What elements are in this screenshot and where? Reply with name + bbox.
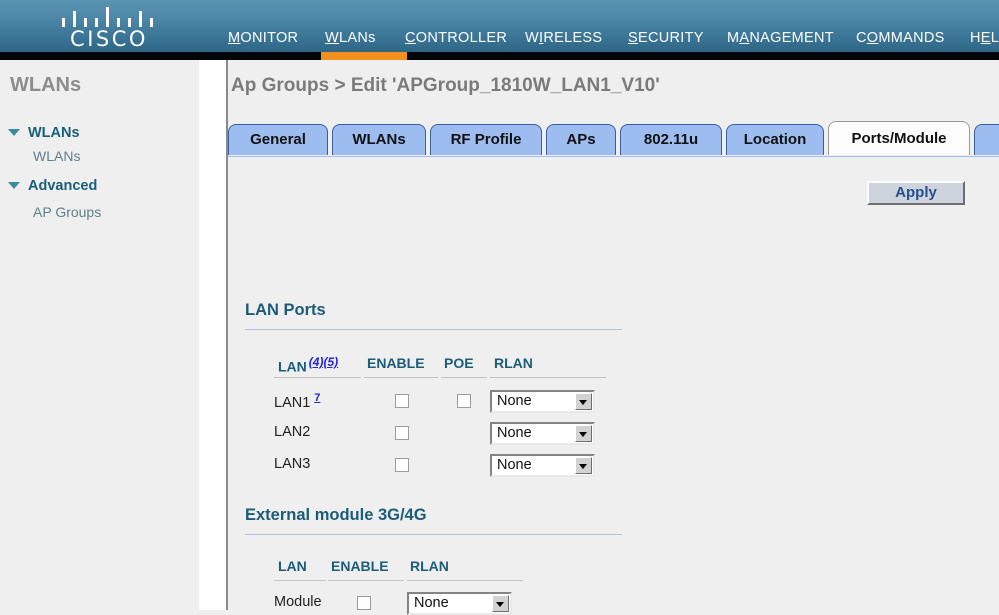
col-rule-poe (441, 377, 487, 378)
enable-checkbox-lan3[interactable] (395, 458, 409, 472)
external-module-heading: External module 3G/4G (245, 506, 427, 524)
sidebar-group-label: Advanced (28, 178, 98, 194)
enable-checkbox-lan2[interactable] (395, 426, 409, 440)
nav-item-monitor[interactable]: MONITOR (228, 30, 298, 46)
poe-checkbox-lan1[interactable] (457, 394, 471, 408)
lan-ports-col-lan-text: LAN (278, 358, 307, 375)
chevron-down-icon[interactable] (8, 181, 20, 189)
col-rule-rlan (490, 377, 606, 378)
lan-ports-col-lan: LAN (4)(5) (278, 355, 338, 375)
sidebar: WLANs WLANs WLANs Advanced AP Groups (0, 60, 199, 610)
nav-bottom-strip (0, 52, 999, 60)
tab-label: 802.11u (643, 131, 699, 148)
lan-ports-rule (245, 329, 622, 330)
col-rule-module-enable (328, 580, 404, 581)
chevron-down-icon[interactable] (575, 393, 592, 410)
module-row-label: Module (274, 594, 322, 610)
sidebar-group-label: WLANs (28, 125, 80, 141)
tab-wlans[interactable]: WLANs (332, 124, 426, 155)
apply-button[interactable]: Apply (867, 181, 965, 205)
tab-overflow[interactable] (974, 124, 999, 155)
tab-bar: General WLANs RF Profile APs 802.11u Location… (228, 121, 999, 156)
nav-item-wireless[interactable]: WIRELESS (525, 30, 602, 46)
rlan-select-value: None (497, 425, 532, 441)
chevron-down-icon[interactable] (492, 595, 509, 612)
chevron-down-icon[interactable] (575, 425, 592, 442)
lan-row-name: LAN2 (274, 424, 311, 440)
tab-aps[interactable]: APs (546, 124, 616, 155)
tab-general[interactable]: General (228, 124, 328, 155)
sidebar-group-wlans[interactable]: WLANs (8, 125, 80, 141)
tab-label: RF Profile (450, 131, 522, 148)
chevron-down-icon[interactable] (575, 457, 592, 474)
tab-rf-profile[interactable]: RF Profile (430, 124, 542, 155)
sidebar-gap (199, 60, 226, 610)
rlan-select-value: None (497, 457, 532, 473)
lan-row-footnote-link[interactable]: 7 (314, 392, 320, 404)
lan-row-name: LAN3 (274, 456, 311, 472)
module-enable-checkbox[interactable] (357, 596, 371, 610)
sidebar-group-advanced[interactable]: Advanced (8, 178, 97, 194)
module-col-lan: LAN (278, 558, 307, 574)
tab-ports-module[interactable]: Ports/Module (828, 121, 970, 155)
main-navigation: MONITOR WLANs CONTROLLER WIRELESS SECURITY MA… (0, 0, 999, 52)
lan-row-label-lan1: LAN1 7 (274, 392, 320, 411)
nav-item-management[interactable]: MANAGEMENT (727, 30, 834, 46)
page-title: Ap Groups > Edit 'APGroup_1810W_LAN1_V10… (231, 75, 660, 96)
rlan-select-lan3[interactable]: None (490, 454, 595, 477)
lan-row-label-lan2: LAN2 (274, 424, 310, 440)
tab-location[interactable]: Location (726, 124, 824, 155)
nav-active-indicator (321, 52, 407, 60)
tab-label: Location (743, 131, 807, 148)
col-rule-module-lan (274, 580, 326, 581)
sidebar-title: WLANs (10, 74, 82, 96)
tab-802-11u[interactable]: 802.11u (620, 124, 722, 155)
col-rule-lan (274, 377, 361, 378)
tab-label: WLANs (352, 131, 406, 148)
tab-label: Ports/Module (851, 130, 947, 147)
app-header: CISCO MONITOR WLANs CONTROLLER WIRELESS SECU… (0, 0, 999, 52)
lan-ports-heading: LAN Ports (245, 301, 326, 319)
lan-row-label-lan3: LAN3 (274, 456, 310, 472)
lan-footnote-links[interactable]: (4)(5) (309, 355, 338, 369)
lan-ports-col-poe: POE (444, 355, 474, 371)
lan-ports-col-rlan: RLAN (494, 355, 533, 371)
sidebar-item-wlans[interactable]: WLANs (33, 148, 80, 164)
module-rlan-select-value: None (414, 595, 449, 611)
chevron-down-icon[interactable] (8, 128, 20, 136)
lan-row-name: LAN1 (274, 394, 311, 411)
nav-item-security[interactable]: SECURITY (628, 30, 704, 46)
nav-item-controller[interactable]: CONTROLLER (405, 30, 507, 46)
tab-label: General (250, 131, 306, 148)
content-area: Ap Groups > Edit 'APGroup_1810W_LAN1_V10… (228, 60, 999, 615)
enable-checkbox-lan1[interactable] (395, 394, 409, 408)
tab-label: APs (566, 131, 596, 148)
module-rlan-select[interactable]: None (407, 592, 512, 615)
col-rule-module-rlan (407, 580, 523, 581)
lan-ports-col-enable: ENABLE (367, 355, 425, 371)
rlan-select-value: None (497, 393, 532, 409)
rlan-select-lan2[interactable]: None (490, 422, 595, 445)
nav-item-commands[interactable]: COMMANDS (856, 30, 945, 46)
external-module-rule (245, 534, 622, 535)
nav-item-wlans[interactable]: WLANs (325, 30, 376, 46)
col-rule-enable (364, 377, 438, 378)
rlan-select-lan1[interactable]: None (490, 390, 595, 413)
ports-module-panel: Apply LAN Ports LAN (4)(5) ENABLE POE RLA… (228, 157, 999, 615)
module-col-enable: ENABLE (331, 558, 389, 574)
nav-item-help[interactable]: HELP (970, 30, 999, 46)
module-col-rlan: RLAN (410, 558, 449, 574)
sidebar-item-ap-groups[interactable]: AP Groups (33, 204, 101, 220)
